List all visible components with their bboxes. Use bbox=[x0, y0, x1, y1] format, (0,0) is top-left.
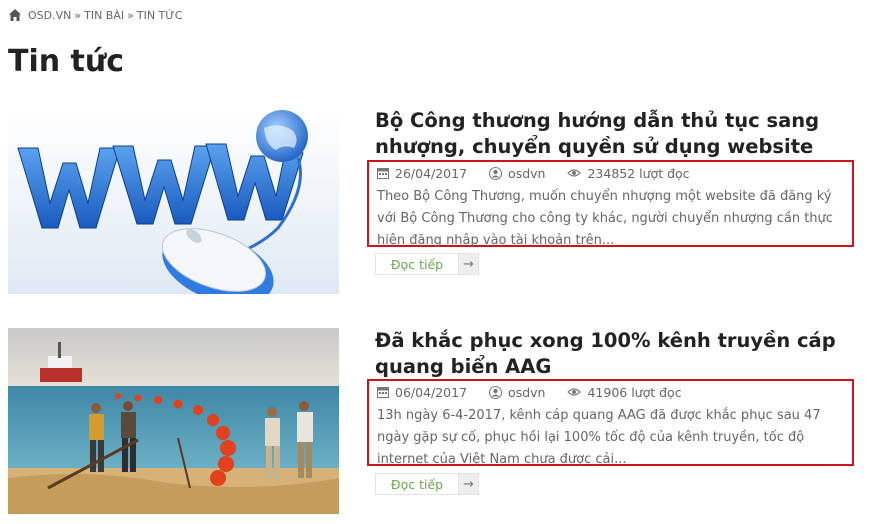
article-thumbnail[interactable] bbox=[8, 108, 339, 294]
article-author-text[interactable]: osdvn bbox=[508, 166, 545, 181]
read-more-button[interactable]: Đọc tiếp → bbox=[375, 253, 479, 275]
read-more-label[interactable]: Đọc tiếp bbox=[376, 474, 458, 494]
breadcrumb: OSD.VN » TIN BÀI » TIN TỨC bbox=[8, 5, 182, 25]
article-author: osdvn bbox=[489, 166, 545, 181]
breadcrumb-link-home[interactable]: OSD.VN bbox=[28, 9, 71, 22]
article-title[interactable]: Đã khắc phục xong 100% kênh truyền cáp q… bbox=[375, 328, 855, 380]
article-views-text: 234852 lượt đọc bbox=[587, 165, 690, 181]
article-views: 41906 lượt đọc bbox=[567, 384, 682, 400]
page-title: Tin tức bbox=[8, 44, 125, 79]
article-date: 06/04/2017 bbox=[377, 385, 467, 400]
article-date-text: 06/04/2017 bbox=[395, 384, 468, 400]
arrow-right-icon[interactable]: → bbox=[458, 254, 478, 274]
calendar-icon bbox=[377, 168, 389, 179]
user-icon bbox=[489, 385, 503, 399]
article-excerpt: Theo Bộ Công Thương, muốn chuyển nhượng … bbox=[377, 189, 833, 248]
article-views-text: 41906 lượt đọc bbox=[587, 384, 682, 400]
eye-icon bbox=[567, 388, 582, 396]
read-more-button[interactable]: Đọc tiếp → bbox=[375, 473, 479, 495]
arrow-right-icon[interactable]: → bbox=[458, 474, 478, 494]
article-author: osdvn bbox=[489, 385, 545, 400]
breadcrumb-link-tin-bai[interactable]: TIN BÀI bbox=[84, 9, 124, 22]
breadcrumb-separator: » bbox=[74, 8, 82, 22]
article-date: 26/04/2017 bbox=[377, 166, 467, 181]
calendar-icon bbox=[377, 387, 389, 398]
user-icon bbox=[489, 166, 503, 180]
undersea-cable-beach-image bbox=[8, 328, 339, 514]
eye-icon bbox=[567, 169, 582, 177]
breadcrumb-separator: » bbox=[127, 8, 134, 22]
breadcrumb-current: TIN TỨC bbox=[136, 8, 183, 22]
article-views: 234852 lượt đọc bbox=[567, 165, 690, 181]
www-mouse-globe-image bbox=[8, 108, 339, 294]
article-meta: 26/04/2017 osdvn 234852 lượt đọc bbox=[377, 164, 712, 182]
article-title[interactable]: Bộ Công thương hướng dẫn thủ tục sang nh… bbox=[375, 108, 855, 160]
article-date-text: 26/04/2017 bbox=[395, 165, 468, 181]
article-meta: 06/04/2017 osdvn 41906 lượt đọc bbox=[377, 383, 704, 401]
article-excerpt: 13h ngày 6-4-2017, kênh cáp quang AAG đã… bbox=[377, 408, 821, 467]
meta-highlight-box: 26/04/2017 osdvn 234852 lượt đọc Theo Bộ… bbox=[367, 160, 854, 248]
article-thumbnail[interactable] bbox=[8, 328, 339, 514]
article-author-text[interactable]: osdvn bbox=[508, 385, 545, 400]
read-more-label[interactable]: Đọc tiếp bbox=[376, 254, 458, 274]
meta-highlight-box: 06/04/2017 osdvn 41906 lượt đọc 13h ngày… bbox=[367, 379, 854, 467]
home-icon[interactable] bbox=[8, 8, 22, 22]
